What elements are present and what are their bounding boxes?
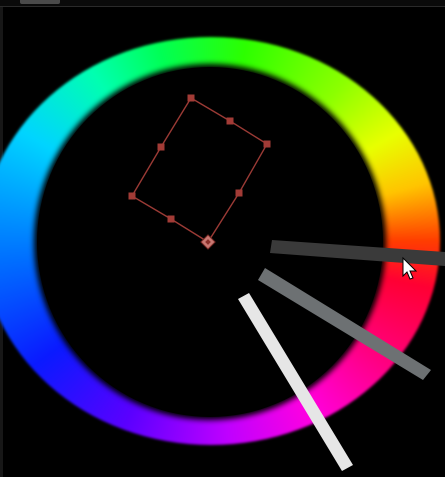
harmony-base-point[interactable]	[200, 234, 216, 250]
harmony-point[interactable]	[226, 117, 234, 125]
dark-gray-slider[interactable]	[270, 240, 445, 266]
harmony-point[interactable]	[128, 192, 136, 200]
harmony-point[interactable]	[187, 94, 195, 102]
harmony-point[interactable]	[157, 143, 165, 151]
wheel-overlay	[128, 94, 445, 471]
harmony-point[interactable]	[263, 140, 271, 148]
harmony-point[interactable]	[235, 189, 243, 197]
harmony-point[interactable]	[167, 215, 175, 223]
harmony-outline	[131, 97, 268, 243]
color-wheel-panel	[0, 0, 445, 477]
color-wheel[interactable]	[0, 0, 445, 477]
